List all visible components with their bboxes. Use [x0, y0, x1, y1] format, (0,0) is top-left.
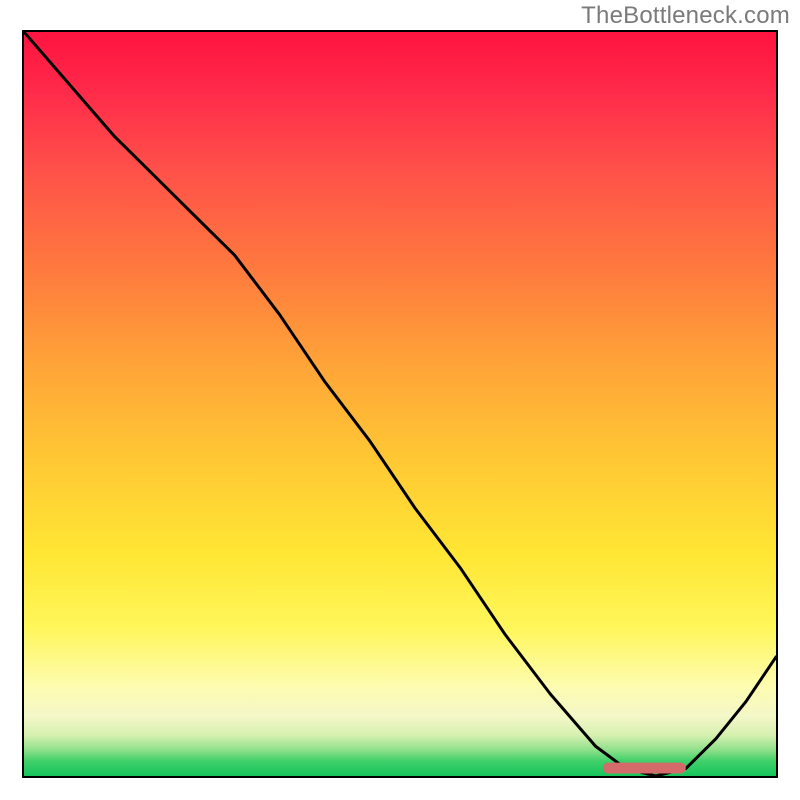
watermark-text: TheBottleneck.com [581, 2, 790, 30]
optimal-range-marker [603, 763, 686, 774]
chart-canvas: TheBottleneck.com [0, 0, 800, 800]
bottleneck-curve-path [24, 32, 776, 776]
plot-frame [22, 30, 778, 778]
chart-overlay-svg [24, 32, 776, 776]
